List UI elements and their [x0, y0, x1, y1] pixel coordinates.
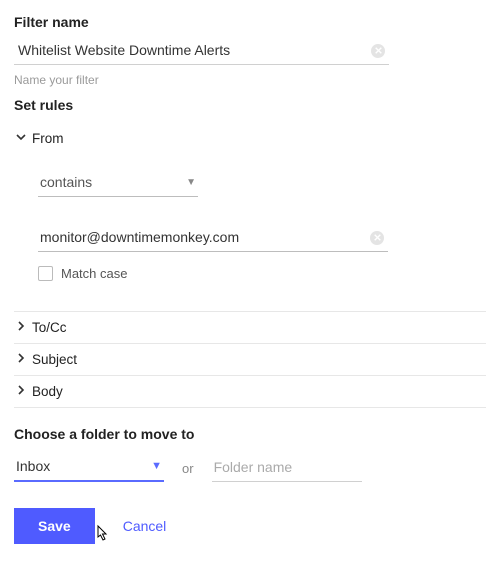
or-text: or	[182, 461, 194, 482]
chevron-down-icon	[16, 132, 32, 145]
match-case-checkbox[interactable]	[38, 266, 53, 281]
rule-body-header[interactable]: Body	[14, 375, 486, 408]
rule-tocc-label: To/Cc	[32, 320, 67, 335]
cursor-pointer-icon	[92, 524, 112, 551]
rule-body-label: Body	[32, 384, 63, 399]
rule-tocc-header[interactable]: To/Cc	[14, 312, 486, 343]
cancel-link[interactable]: Cancel	[123, 518, 167, 534]
chevron-right-icon	[16, 385, 32, 398]
match-case-label: Match case	[61, 266, 127, 281]
rule-from-header[interactable]: From	[14, 123, 486, 154]
folder-name-input[interactable]	[212, 453, 362, 482]
choose-folder-label: Choose a folder to move to	[14, 426, 486, 442]
rule-subject-label: Subject	[32, 352, 77, 367]
chevron-right-icon	[16, 353, 32, 366]
filter-name-label: Filter name	[14, 14, 486, 30]
clear-filter-name-icon[interactable]	[371, 44, 385, 58]
chevron-right-icon	[16, 321, 32, 334]
rule-from-label: From	[32, 131, 64, 146]
folder-selected-value: Inbox	[16, 458, 50, 474]
from-value-input[interactable]	[38, 223, 388, 252]
clear-from-value-icon[interactable]	[370, 231, 384, 245]
condition-value: contains	[40, 174, 92, 190]
caret-down-icon: ▼	[186, 177, 196, 188]
rule-subject-header[interactable]: Subject	[14, 343, 486, 375]
caret-down-icon: ▼	[151, 460, 162, 472]
filter-name-input[interactable]	[14, 36, 389, 65]
set-rules-label: Set rules	[14, 97, 486, 113]
filter-name-hint: Name your filter	[14, 73, 486, 87]
condition-select[interactable]: contains ▼	[38, 168, 198, 197]
folder-select[interactable]: Inbox ▼	[14, 452, 164, 482]
save-button[interactable]: Save	[14, 508, 95, 544]
